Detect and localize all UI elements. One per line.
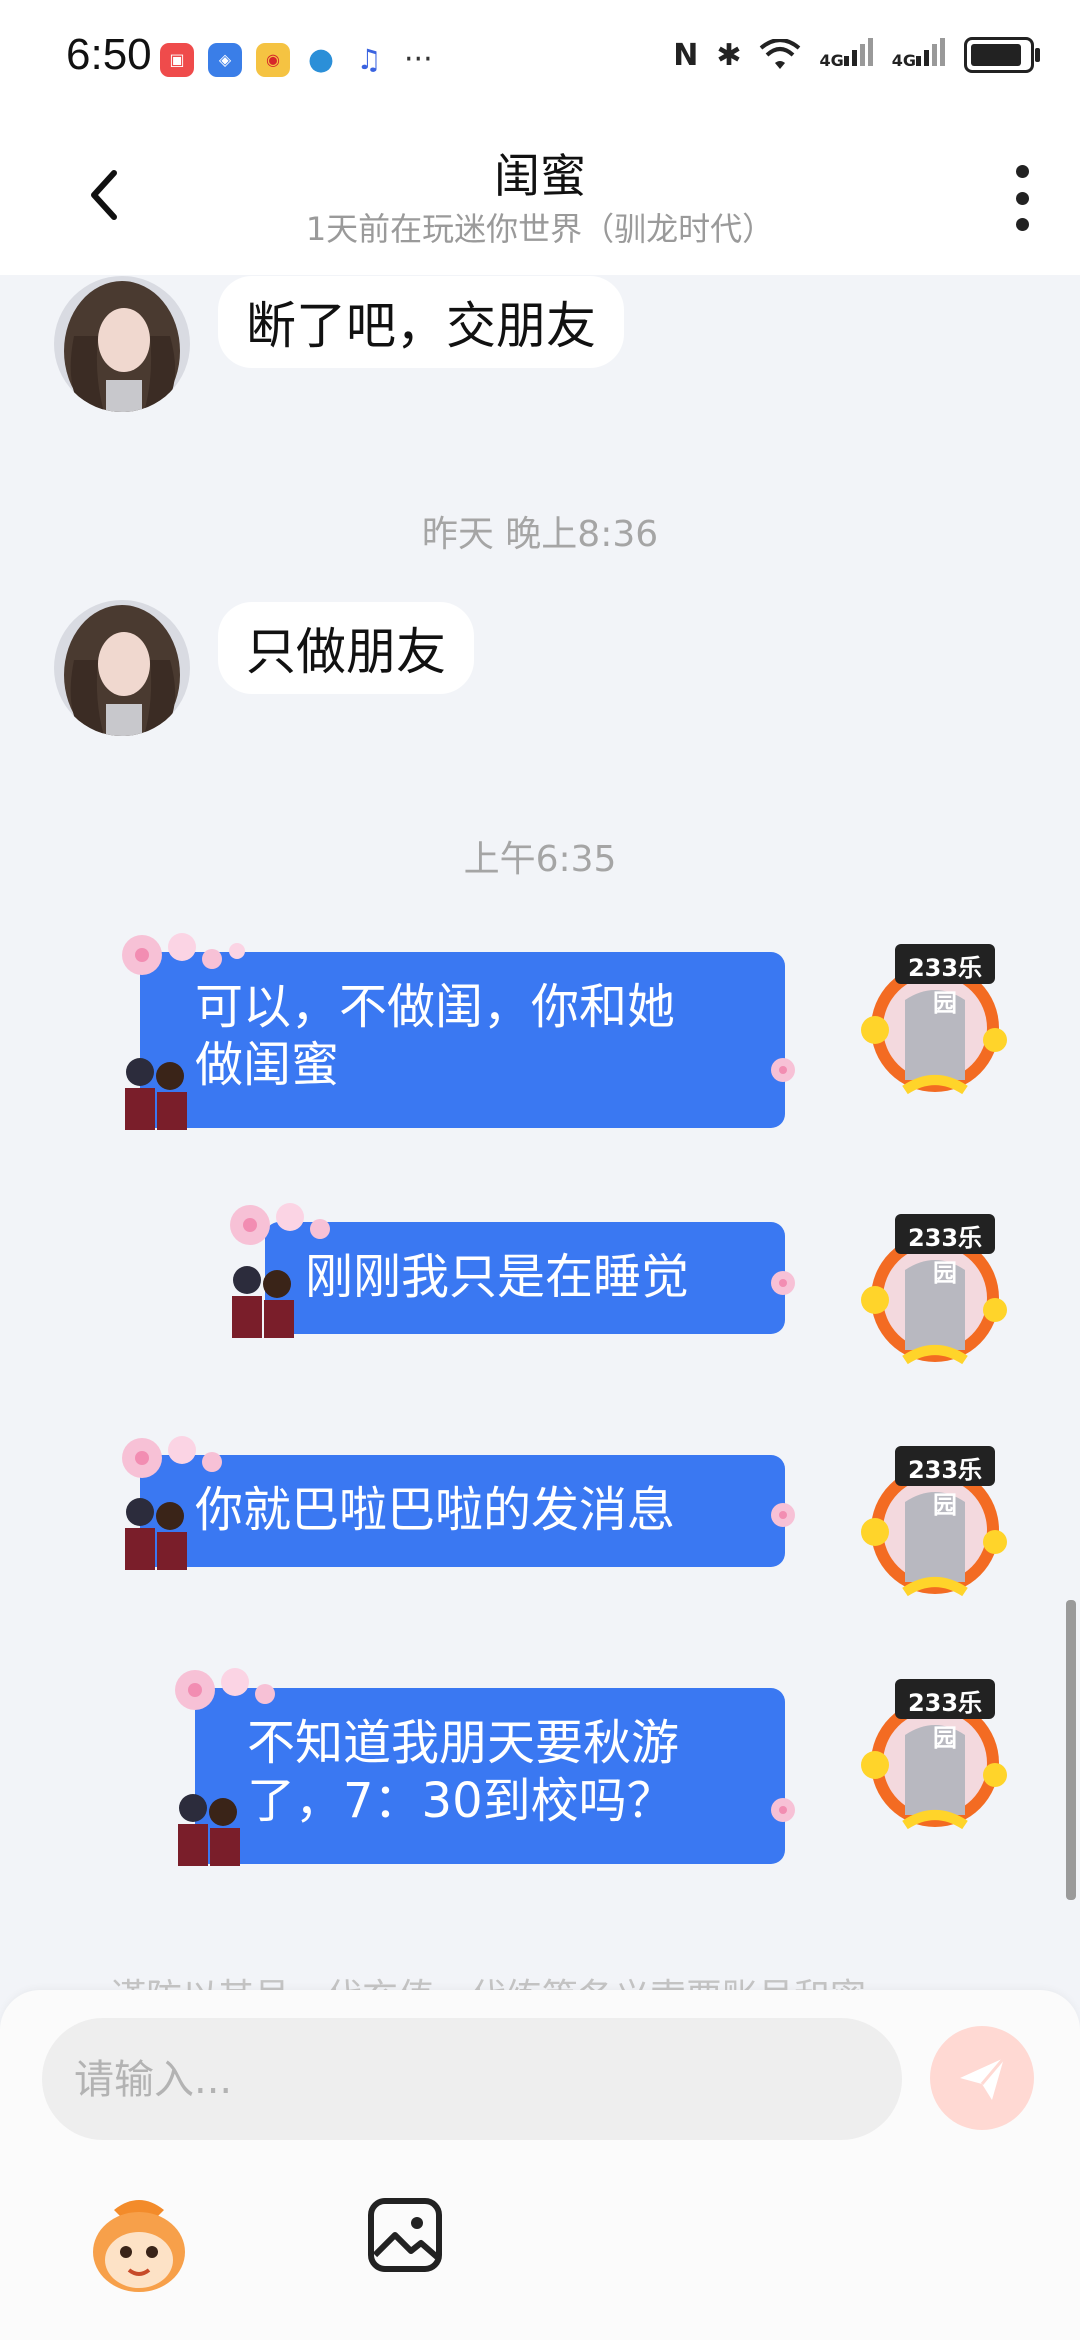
- message-input-wrapper: [42, 2018, 902, 2142]
- flower-decoration: [230, 1203, 330, 1245]
- flower-decoration: [122, 933, 245, 975]
- timestamp: 昨天 晚上8:36: [421, 514, 659, 555]
- signal-1-icon: 4G: [819, 36, 873, 74]
- system-icons: Ν ✱ 4G 4G: [673, 36, 1040, 74]
- badge-label: 233乐园: [907, 954, 983, 1017]
- wifi-icon: [760, 39, 801, 69]
- music-icon: ♫: [352, 42, 386, 77]
- incoming-message-bubble[interactable]: 只做朋友: [218, 602, 474, 694]
- badge-label: 233乐园: [907, 1224, 983, 1287]
- bluetooth-icon: ✱: [716, 37, 742, 73]
- badge-label: 233乐园: [907, 1456, 983, 1519]
- my-avatar[interactable]: 233乐园: [855, 1210, 1015, 1370]
- message-line: 刚刚我只是在睡觉: [305, 1249, 690, 1305]
- timestamp: 上午6:35: [463, 839, 617, 880]
- message-line: 了，7：30到校吗？: [247, 1773, 675, 1829]
- flower-decoration: [771, 1058, 795, 1082]
- flower-decoration: [175, 1668, 275, 1710]
- flower-decoration: [771, 1798, 795, 1822]
- characters-decoration: [178, 1794, 240, 1866]
- browser-icon: ●: [304, 42, 338, 77]
- message-input[interactable]: [72, 2018, 876, 2142]
- signal-2-icon: 4G: [892, 36, 946, 74]
- weibo-icon: ◉: [256, 42, 290, 77]
- my-avatar[interactable]: 233乐园: [855, 1442, 1015, 1602]
- my-avatar[interactable]: 233乐园: [855, 1675, 1015, 1835]
- more-vertical-icon[interactable]: [1012, 165, 1032, 231]
- scrollbar[interactable]: [1066, 1600, 1076, 1900]
- mascot-icon[interactable]: [84, 2190, 194, 2300]
- send-icon: [960, 2057, 1006, 2100]
- message-line: 可以，不做闺，你和她: [195, 979, 676, 1035]
- message-line: 你就巴啦巴啦的发消息: [195, 1482, 676, 1538]
- image-icon[interactable]: [365, 2195, 445, 2275]
- chat-subtitle: 1天前在玩迷你世界（驯龙时代）: [305, 210, 775, 248]
- message-line: 做闺蜜: [195, 1037, 340, 1093]
- message-line: 不知道我朋天要秋游: [247, 1715, 680, 1771]
- battery-icon: [964, 37, 1040, 73]
- my-avatar[interactable]: 233乐园: [855, 940, 1015, 1100]
- friend-avatar[interactable]: [54, 276, 190, 412]
- app-shield-icon: ◈: [208, 42, 242, 77]
- chat-header: 闺蜜 1天前在玩迷你世界（驯龙时代）: [0, 120, 1080, 275]
- notification-icons: ▣ ◈ ◉ ● ♫ ···: [160, 42, 433, 77]
- input-panel: [0, 1990, 1080, 2340]
- characters-decoration: [125, 1058, 187, 1130]
- friend-avatar[interactable]: [54, 600, 190, 736]
- nfc-icon: Ν: [673, 37, 699, 73]
- status-time: 6:50: [66, 30, 152, 79]
- flower-decoration: [122, 1436, 222, 1478]
- send-button[interactable]: [930, 2026, 1034, 2130]
- flower-decoration: [771, 1503, 795, 1527]
- app-shop-icon: ▣: [160, 42, 194, 77]
- badge-label: 233乐园: [907, 1689, 983, 1752]
- characters-decoration: [125, 1498, 187, 1570]
- flower-decoration: [771, 1271, 795, 1295]
- status-bar: 6:50 ▣ ◈ ◉ ● ♫ ··· Ν ✱ 4G 4G: [0, 0, 1080, 120]
- chat-title: 闺蜜: [494, 149, 586, 203]
- more-notifications: ···: [404, 42, 433, 77]
- incoming-message-bubble[interactable]: 断了吧，交朋友: [218, 276, 624, 368]
- characters-decoration: [232, 1266, 294, 1338]
